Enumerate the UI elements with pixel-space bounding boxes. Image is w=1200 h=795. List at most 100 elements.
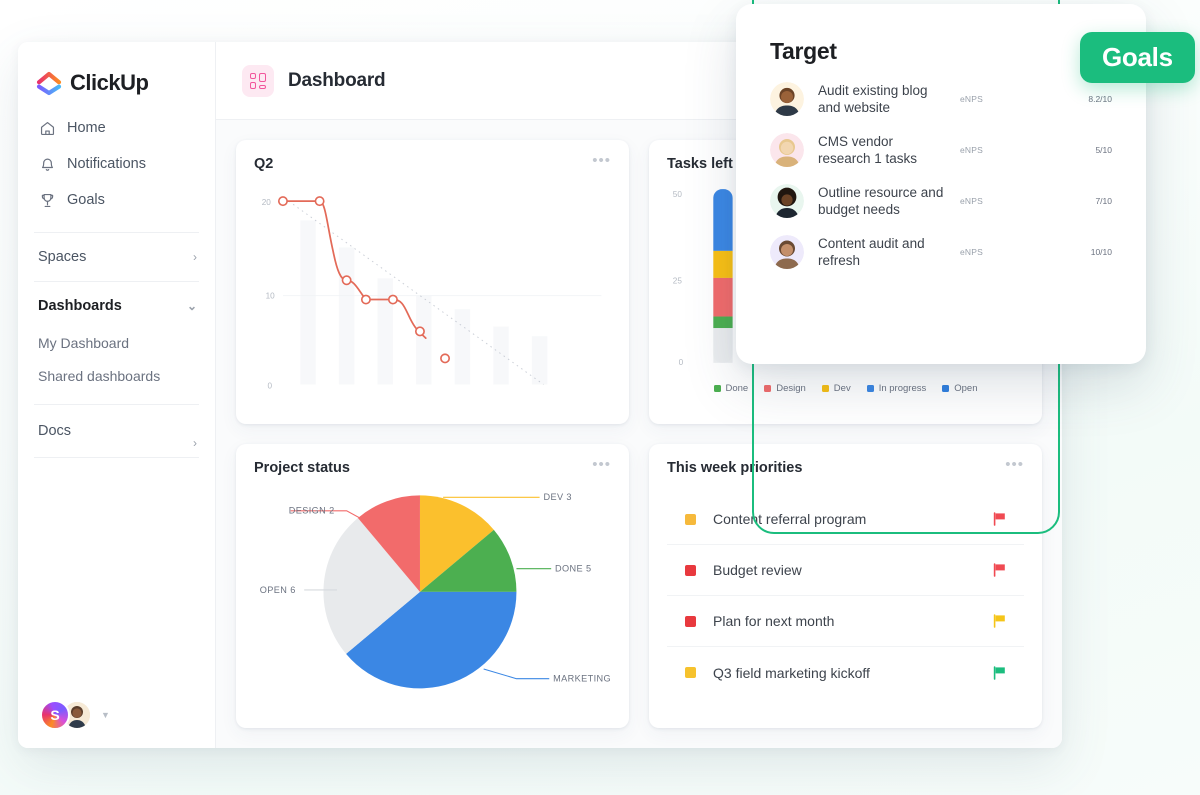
card-title: Q2 bbox=[254, 156, 274, 172]
goals-panel-title: Target bbox=[770, 38, 837, 64]
clickup-logo-icon bbox=[36, 70, 62, 96]
sidebar-item-spaces[interactable]: Spaces › bbox=[18, 237, 215, 277]
avatar bbox=[770, 184, 804, 218]
flag-icon[interactable] bbox=[993, 563, 1006, 577]
card-title: Project status bbox=[254, 460, 350, 476]
app-logo[interactable]: ClickUp bbox=[18, 42, 215, 104]
legend-label: Dev bbox=[833, 383, 851, 394]
card-menu-button[interactable]: ••• bbox=[592, 457, 611, 472]
goals-badge[interactable]: Goals bbox=[1080, 32, 1195, 83]
y-tick-10: 10 bbox=[266, 292, 276, 301]
list-item-label: Plan for next month bbox=[713, 613, 835, 629]
list-item-label: Q3 field marketing kickoff bbox=[713, 664, 870, 681]
goal-label: Audit existing blog and website bbox=[818, 83, 928, 115]
legend-swatch bbox=[821, 385, 829, 392]
sidebar-subitem-label: My Dashboard bbox=[38, 334, 130, 351]
goal-item[interactable]: Outline resource and budget needs eNPS 7… bbox=[770, 184, 1112, 218]
list-item[interactable]: Q3 field marketing kickoff bbox=[667, 647, 1024, 698]
list-item[interactable]: Budget review bbox=[667, 545, 1024, 596]
pie-label-open: OPEN 6 bbox=[260, 585, 296, 595]
sidebar-section-label: Docs bbox=[38, 423, 72, 439]
avatar bbox=[770, 133, 804, 167]
sidebar-item-home[interactable]: Home bbox=[18, 110, 215, 146]
metric-score: 10/10 bbox=[1090, 247, 1112, 257]
trophy-icon bbox=[38, 191, 56, 209]
goal-label: Content audit and refresh bbox=[818, 236, 925, 268]
list-item[interactable]: Plan for next month bbox=[667, 596, 1024, 647]
card-menu-button[interactable]: ••• bbox=[592, 153, 611, 168]
card-priorities: This week priorities ••• Content referra… bbox=[649, 444, 1042, 728]
sidebar-item-label: Notifications bbox=[67, 156, 146, 172]
logo-text: ClickUp bbox=[70, 70, 149, 95]
user-account-switcher[interactable]: S ▼ bbox=[40, 700, 110, 730]
metric-label: eNPS bbox=[960, 145, 984, 155]
list-item-label: Budget review bbox=[713, 562, 802, 578]
sidebar-item-shared-dashboards[interactable]: Shared dashboards bbox=[18, 359, 215, 392]
sidebar-item-my-dashboard[interactable]: My Dashboard bbox=[18, 326, 215, 359]
workspace-avatar[interactable]: S bbox=[40, 700, 70, 730]
legend-label: Open bbox=[954, 383, 978, 394]
goal-metric: eNPS 7/10 bbox=[960, 196, 1112, 206]
goal-item[interactable]: Content audit and refresh eNPS 10/10 bbox=[770, 235, 1112, 269]
chevron-down-icon[interactable]: ▼ bbox=[101, 710, 110, 720]
sidebar-item-docs[interactable]: Docs › bbox=[18, 409, 215, 453]
divider bbox=[34, 457, 199, 458]
chevron-right-icon: › bbox=[193, 250, 197, 264]
flag-icon[interactable] bbox=[993, 512, 1006, 526]
stacked-bar bbox=[713, 189, 733, 363]
metric-label: eNPS bbox=[960, 196, 984, 206]
card-title: This week priorities bbox=[667, 460, 803, 476]
legend-swatch bbox=[764, 385, 772, 392]
goal-metric: eNPS 5/10 bbox=[960, 145, 1112, 155]
bell-icon bbox=[38, 155, 56, 173]
flag-icon[interactable] bbox=[993, 665, 1006, 680]
goal-label: CMS vendor research 1 tasks bbox=[818, 134, 918, 166]
divider bbox=[34, 281, 199, 282]
flag-icon[interactable] bbox=[993, 614, 1006, 628]
sidebar-item-notifications[interactable]: Notifications bbox=[18, 146, 215, 182]
metric-score: 7/10 bbox=[1095, 196, 1112, 206]
card-menu-button[interactable]: ••• bbox=[1005, 457, 1024, 472]
legend-item-open: Open bbox=[942, 383, 977, 394]
metric-label: eNPS bbox=[960, 247, 984, 257]
goal-metric: eNPS 10/10 bbox=[960, 247, 1112, 257]
divider bbox=[34, 404, 199, 405]
sidebar-section-label: Spaces bbox=[38, 249, 87, 265]
y-tick-0: 0 bbox=[268, 381, 273, 390]
legend-swatch bbox=[713, 385, 721, 392]
metric-score: 5/10 bbox=[1095, 145, 1112, 155]
card-burndown: Q2 ••• 20 10 0 bbox=[236, 140, 629, 424]
card-project-status: Project status ••• DEV 3 DONE 5 MARKETIN… bbox=[236, 444, 629, 728]
home-icon bbox=[38, 119, 56, 137]
project-status-pie: DEV 3 DONE 5 MARKETING OPEN 6 DESIGN 2 bbox=[260, 492, 611, 689]
divider bbox=[34, 232, 199, 233]
sidebar-item-goals[interactable]: Goals bbox=[18, 182, 215, 218]
y-tick-25: 25 bbox=[673, 277, 683, 286]
chevron-right-icon: › bbox=[193, 436, 197, 450]
y-tick-50: 50 bbox=[673, 190, 683, 199]
goal-item[interactable]: CMS vendor research 1 tasks eNPS 5/10 bbox=[770, 133, 1112, 167]
pie-label-done: DONE 5 bbox=[555, 564, 591, 574]
pie-label-dev: DEV 3 bbox=[543, 492, 571, 502]
status-badge bbox=[685, 564, 696, 576]
y-tick-20: 20 bbox=[262, 198, 272, 207]
legend-label: Done bbox=[725, 383, 749, 394]
avatar bbox=[770, 82, 804, 116]
sidebar-item-label: Home bbox=[67, 120, 106, 136]
sidebar-item-dashboards[interactable]: Dashboards ⌄ bbox=[18, 286, 215, 326]
sidebar-section-label: Dashboards bbox=[38, 298, 122, 314]
screen: ClickUp Home Notifications Goals Spaces … bbox=[0, 0, 1200, 795]
sidebar-item-label: Goals bbox=[67, 192, 105, 208]
metric-score: 8.2/10 bbox=[1088, 94, 1112, 104]
sidebar-subitem-label: Shared dashboards bbox=[38, 367, 161, 384]
legend-item-dev: Dev bbox=[821, 383, 851, 394]
goal-item[interactable]: Audit existing blog and website eNPS 8.2… bbox=[770, 82, 1112, 116]
burndown-chart: 20 10 0 bbox=[262, 196, 602, 390]
list-item[interactable]: Content referral program bbox=[667, 494, 1024, 545]
primary-nav: Home Notifications Goals bbox=[18, 104, 215, 228]
avatar bbox=[770, 235, 804, 269]
metric-label: eNPS bbox=[960, 94, 984, 104]
pie-label-design: DESIGN 2 bbox=[289, 506, 335, 516]
status-badge bbox=[685, 667, 696, 678]
priority-list: Content referral program Budget review P… bbox=[667, 494, 1024, 698]
